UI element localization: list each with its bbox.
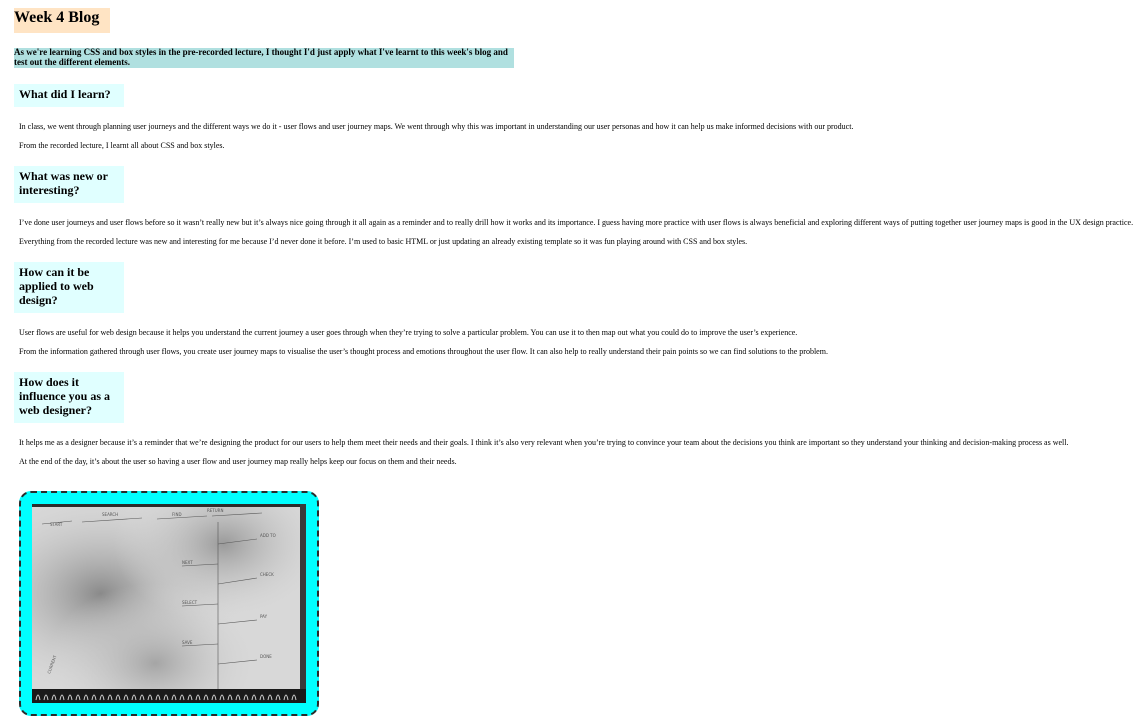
svg-text:FIND: FIND [172, 512, 182, 517]
section-heading-learn: What did I learn? [14, 84, 124, 107]
svg-text:DONE: DONE [260, 654, 272, 659]
svg-text:CHECK: CHECK [260, 572, 274, 577]
svg-text:RETURN: RETURN [207, 508, 223, 513]
section-paragraph: It helps me as a designer because it’s a… [19, 438, 1069, 447]
section-paragraph: In class, we went through planning user … [19, 122, 854, 131]
section-paragraph: At the end of the day, it’s about the us… [19, 457, 457, 466]
section-heading-new: What was new or interesting? [14, 166, 124, 203]
page-title: Week 4 Blog [14, 8, 110, 33]
svg-text:SAVE: SAVE [182, 640, 193, 645]
svg-text:START: START [50, 522, 63, 527]
section-heading-influence: How does it influence you as a web desig… [14, 372, 124, 423]
section-paragraph: From the information gathered through us… [19, 347, 828, 356]
section-paragraph: User flows are useful for web design bec… [19, 328, 798, 337]
svg-text:SEARCH: SEARCH [102, 512, 118, 517]
user-flow-sketch-photo: START SEARCH FIND RETURN ADD TO CHECK PA… [32, 504, 306, 703]
section-paragraph: Everything from the recorded lecture was… [19, 237, 748, 246]
intro-text: As we're learning CSS and box styles in … [14, 47, 514, 68]
sketch-illustration: START SEARCH FIND RETURN ADD TO CHECK PA… [32, 504, 306, 703]
svg-text:ADD TO: ADD TO [260, 533, 276, 538]
svg-text:SELECT: SELECT [182, 600, 198, 605]
section-paragraph: From the recorded lecture, I learnt all … [19, 141, 225, 150]
svg-text:PAY: PAY [260, 614, 268, 619]
photo-frame: START SEARCH FIND RETURN ADD TO CHECK PA… [19, 491, 319, 716]
section-heading-applied: How can it be applied to web design? [14, 262, 124, 313]
svg-text:NEXT: NEXT [182, 560, 193, 565]
section-paragraph: I’ve done user journeys and user flows b… [19, 218, 1134, 227]
